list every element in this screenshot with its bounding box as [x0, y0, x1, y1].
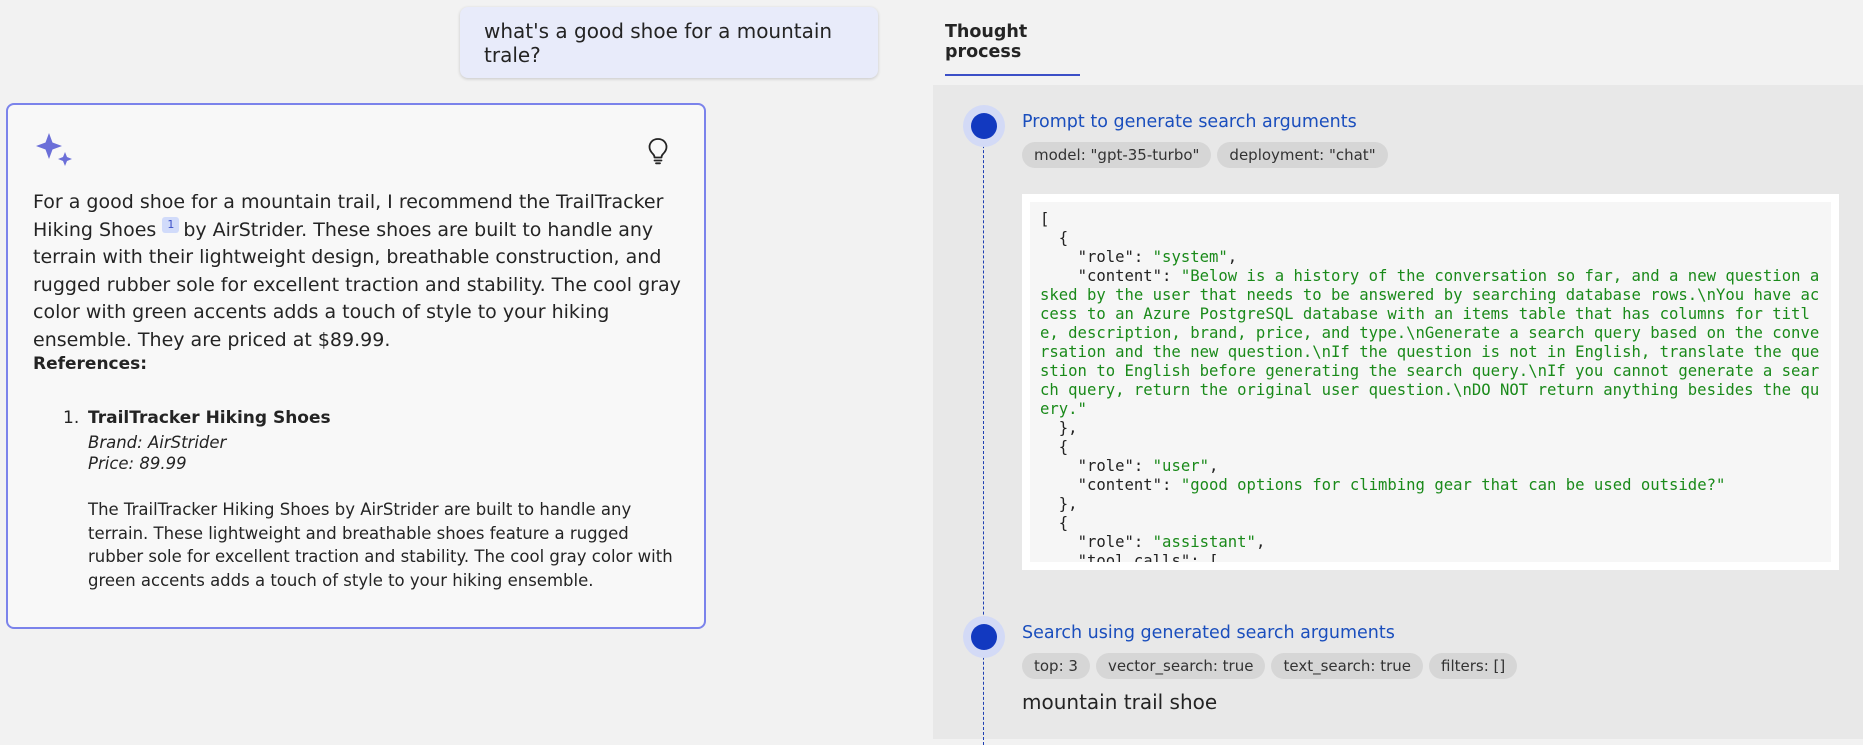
code-line: "content": "good options for climbing ge…: [1040, 476, 1821, 495]
code-string: "assistant": [1152, 533, 1256, 551]
user-message-text: what's a good shoe for a mountain trale?: [484, 18, 833, 67]
step-chips: top: 3 vector_search: true text_search: …: [1022, 653, 1518, 679]
code-line: [: [1040, 210, 1050, 228]
code-line: {: [1040, 438, 1069, 456]
reference-number: 1.: [63, 408, 80, 428]
chip: model: "gpt-35-turbo": [1022, 142, 1212, 168]
reference-brand: Brand: AirStrider: [88, 433, 227, 452]
answer-text: For a good shoe for a mountain trail, I …: [33, 189, 683, 354]
code-line: {: [1040, 514, 1069, 532]
assistant-answer-card: For a good shoe for a mountain trail, I …: [6, 103, 706, 629]
step-marker: [971, 113, 997, 139]
code-line: "role": "user",: [1040, 457, 1219, 475]
tab-thought-process[interactable]: Thought process: [945, 22, 1080, 76]
code-line: "content": "Below is a history of the co…: [1040, 267, 1821, 419]
sparkle-icon: [36, 133, 72, 166]
chip: top: 3: [1022, 653, 1090, 679]
chip: text_search: true: [1271, 653, 1424, 679]
code-line: "tool_calls": [: [1040, 552, 1219, 562]
analysis-tabs: Thought process: [933, 0, 1863, 85]
code-string: "user": [1152, 457, 1210, 475]
code-string: "system": [1152, 248, 1228, 266]
lightbulb-icon[interactable]: [646, 137, 670, 165]
prompt-code-block: [ { "role": "system", "content": "Below …: [1022, 194, 1839, 570]
reference-price: Price: 89.99: [88, 454, 187, 473]
reference-description: The TrailTracker Hiking Shoes by AirStri…: [88, 500, 673, 590]
code-line: {: [1040, 229, 1069, 247]
search-result-text: mountain trail shoe: [1022, 690, 1218, 714]
chip: vector_search: true: [1095, 653, 1266, 679]
timeline-line: [983, 125, 984, 745]
step-marker: [971, 624, 997, 650]
code-line: "role": "assistant",: [1040, 533, 1266, 551]
code-line: },: [1040, 419, 1078, 437]
code-key: "content":: [1040, 267, 1181, 285]
user-message-bubble: what's a good shoe for a mountain trale?: [460, 7, 878, 78]
citation-badge[interactable]: 1: [162, 216, 180, 233]
code-line: },: [1040, 495, 1078, 513]
code-key: "content":: [1040, 476, 1181, 494]
code-key: "role":: [1040, 457, 1153, 475]
code-key: "role":: [1040, 533, 1153, 551]
step-title: Prompt to generate search arguments: [1022, 112, 1357, 132]
step-title: Search using generated search arguments: [1022, 623, 1395, 643]
code-line: "role": "system",: [1040, 248, 1238, 266]
chat-pane: what's a good shoe for a mountain trale?…: [0, 0, 933, 739]
chip: filters: []: [1429, 653, 1518, 679]
chip: deployment: "chat": [1217, 142, 1388, 168]
step-chips: model: "gpt-35-turbo" deployment: "chat": [1022, 142, 1388, 168]
thought-process-panel: Prompt to generate search arguments mode…: [933, 85, 1863, 745]
prompt-code-content: [ { "role": "system", "content": "Below …: [1030, 202, 1831, 562]
code-string: "Below is a history of the conversation …: [1040, 267, 1820, 418]
references-heading: References:: [33, 354, 148, 374]
code-string: "good options for climbing gear that can…: [1180, 476, 1726, 494]
reference-title: TrailTracker Hiking Shoes: [88, 408, 331, 428]
code-key: "role":: [1040, 248, 1153, 266]
